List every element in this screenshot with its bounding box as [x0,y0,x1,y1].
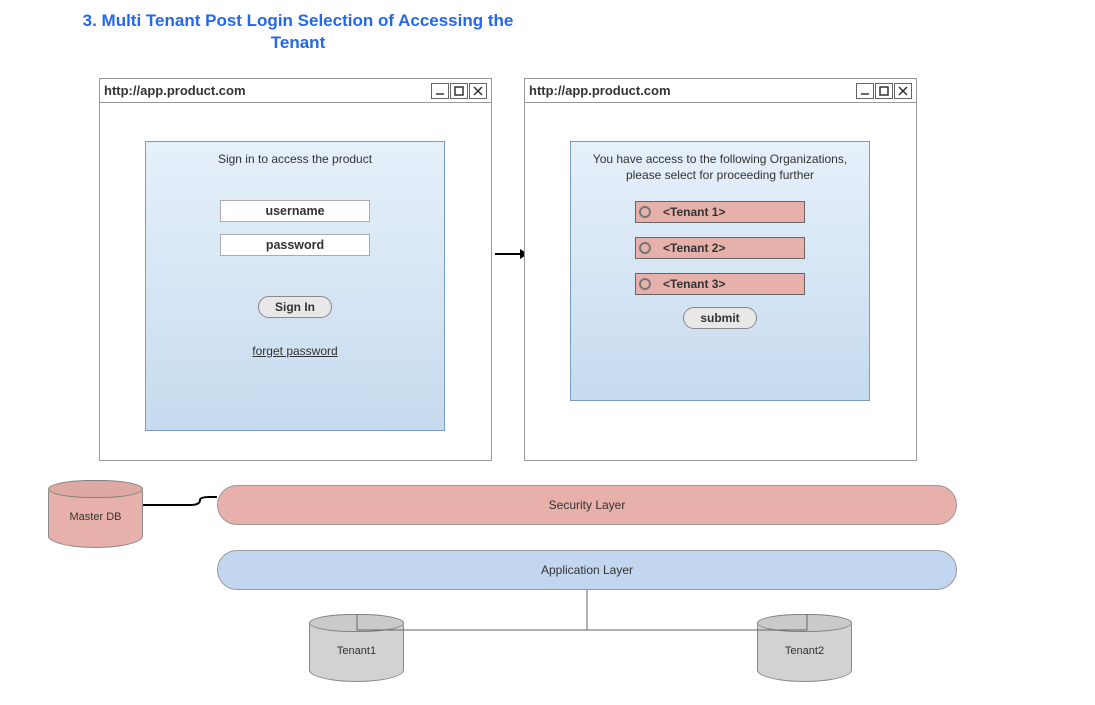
radio-icon [639,278,651,290]
layer-label: Application Layer [541,563,633,577]
tenant-option-2[interactable]: <Tenant 2> [635,237,805,259]
browser-url-text: http://app.product.com [104,83,246,98]
radio-icon [639,206,651,218]
tenant-panel-title: You have access to the following Organiz… [571,152,869,183]
tenant-option-label: <Tenant 2> [663,241,725,255]
signin-panel: Sign in to access the product username p… [145,141,445,431]
tenant-option-3[interactable]: <Tenant 3> [635,273,805,295]
tenant-option-label: <Tenant 1> [663,205,725,219]
browser-window-signin: http://app.product.com Sign in to access… [99,78,492,461]
minimize-icon[interactable] [431,83,449,99]
browser-address-bar: http://app.product.com [100,79,491,103]
window-controls [431,83,487,99]
submit-button[interactable]: submit [683,307,756,329]
database-master: Master DB [48,480,143,548]
username-input[interactable]: username [220,200,370,222]
layer-label: Security Layer [549,498,626,512]
maximize-icon[interactable] [450,83,468,99]
browser-url-text: http://app.product.com [529,83,671,98]
close-icon[interactable] [469,83,487,99]
radio-icon [639,242,651,254]
database-label: Tenant1 [337,645,376,657]
diagram-title: 3. Multi Tenant Post Login Selection of … [58,10,538,54]
security-layer: Security Layer [217,485,957,525]
tenant-option-1[interactable]: <Tenant 1> [635,201,805,223]
browser-window-tenant-select: http://app.product.com You have access t… [524,78,917,461]
tenant-option-label: <Tenant 3> [663,277,725,291]
flow-arrow-icon [495,253,520,255]
forget-password-link[interactable]: forget password [146,344,444,358]
database-tenant1: Tenant1 [309,614,404,682]
window-controls [856,83,912,99]
maximize-icon[interactable] [875,83,893,99]
tenant-select-panel: You have access to the following Organiz… [570,141,870,401]
minimize-icon[interactable] [856,83,874,99]
signin-button[interactable]: Sign In [258,296,332,318]
database-label: Master DB [70,511,122,523]
browser-address-bar: http://app.product.com [525,79,916,103]
application-layer: Application Layer [217,550,957,590]
database-label: Tenant2 [785,645,824,657]
close-icon[interactable] [894,83,912,99]
database-tenant2: Tenant2 [757,614,852,682]
password-input[interactable]: password [220,234,370,256]
signin-panel-title: Sign in to access the product [146,152,444,166]
